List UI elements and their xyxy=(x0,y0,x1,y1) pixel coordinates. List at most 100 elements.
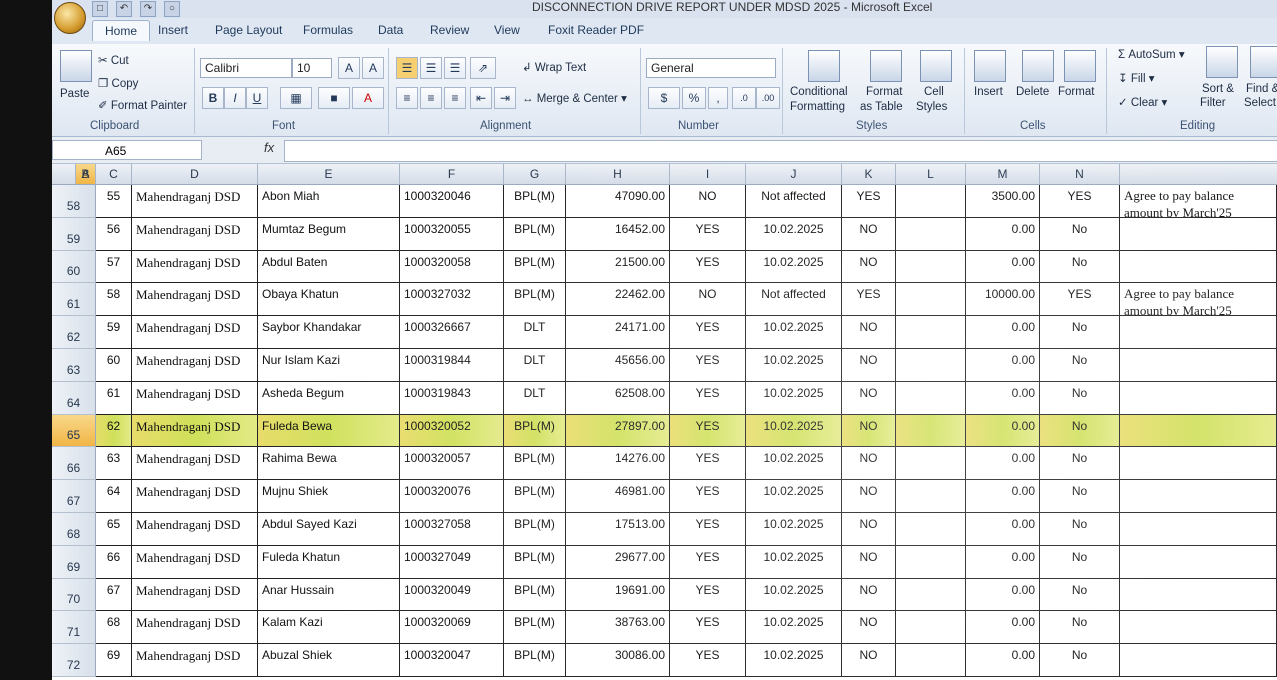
cell-j[interactable]: NO xyxy=(842,349,896,382)
decrease-indent-icon[interactable]: ⇤ xyxy=(470,87,492,109)
column-header-n[interactable]: N xyxy=(1040,164,1120,184)
cell-f[interactable]: BPL(M) xyxy=(504,185,566,218)
cell-g[interactable]: 29677.00 xyxy=(566,545,670,579)
copy-button[interactable]: ❐ Copy xyxy=(98,76,138,90)
cell-n[interactable] xyxy=(1120,611,1277,645)
cell-h[interactable]: YES xyxy=(670,578,746,612)
row-header[interactable]: 66 xyxy=(52,447,96,481)
cell-f[interactable]: BPL(M) xyxy=(504,611,566,645)
cell-n[interactable]: Agree to pay balance amount by March'25 xyxy=(1120,283,1277,317)
cell-b[interactable]: 61 xyxy=(96,381,132,415)
cell-g[interactable]: 38763.00 xyxy=(566,611,670,645)
cell-k[interactable] xyxy=(896,611,966,645)
cell-e[interactable]: 1000320049 xyxy=(400,578,504,612)
align-left-icon[interactable]: ≡ xyxy=(396,87,418,109)
cell-n[interactable] xyxy=(1120,578,1277,612)
office-button[interactable] xyxy=(54,2,86,34)
cell-k[interactable] xyxy=(896,217,966,251)
cell-f[interactable]: BPL(M) xyxy=(504,447,566,481)
cell-e[interactable]: 1000327049 xyxy=(400,545,504,579)
save-icon[interactable]: □ xyxy=(92,1,108,17)
cell-i[interactable]: Not affected xyxy=(746,185,842,218)
cell-f[interactable]: DLT xyxy=(504,316,566,349)
cell-h[interactable]: YES xyxy=(670,316,746,349)
formula-input[interactable] xyxy=(284,140,1277,162)
format-as-table-label[interactable]: Format xyxy=(866,86,902,98)
fill-button[interactable]: ↧ Fill ▾ xyxy=(1118,71,1155,85)
cell-e[interactable]: 1000326667 xyxy=(400,316,504,349)
cell-i[interactable]: 10.02.2025 xyxy=(746,480,842,513)
formatting-label[interactable]: Formatting xyxy=(790,101,845,113)
cell-i[interactable]: 10.02.2025 xyxy=(746,611,842,645)
cell-l[interactable]: 0.00 xyxy=(966,381,1040,415)
select-label[interactable]: Select xyxy=(1244,97,1276,109)
cell-i[interactable]: 10.02.2025 xyxy=(746,250,842,284)
cell-l[interactable]: 10000.00 xyxy=(966,283,1040,317)
cell-c[interactable]: Mahendraganj DSD xyxy=(132,250,258,284)
cell-i[interactable]: 10.02.2025 xyxy=(746,414,842,448)
cell-e[interactable]: 1000320055 xyxy=(400,217,504,251)
column-header-d[interactable]: D xyxy=(132,164,258,184)
cell-l[interactable]: 0.00 xyxy=(966,545,1040,579)
cell-d[interactable]: Mujnu Shiek xyxy=(258,480,400,513)
row-header[interactable]: 72 xyxy=(52,644,96,677)
cell-g[interactable]: 30086.00 xyxy=(566,644,670,677)
cell-d[interactable]: Asheda Begum xyxy=(258,381,400,415)
cell-m[interactable]: No xyxy=(1040,250,1120,284)
align-center-icon[interactable]: ≡ xyxy=(420,87,442,109)
delete-cells-icon[interactable] xyxy=(1022,50,1054,82)
cell-g[interactable]: 14276.00 xyxy=(566,447,670,481)
cell-f[interactable]: DLT xyxy=(504,381,566,415)
cell-m[interactable]: No xyxy=(1040,578,1120,612)
function-icon[interactable]: fx xyxy=(264,140,274,155)
cell-m[interactable]: No xyxy=(1040,316,1120,349)
format-cells-icon[interactable] xyxy=(1064,50,1096,82)
column-header-i[interactable]: I xyxy=(670,164,746,184)
cell-l[interactable]: 0.00 xyxy=(966,414,1040,448)
cell-k[interactable] xyxy=(896,381,966,415)
cell-e[interactable]: 1000320057 xyxy=(400,447,504,481)
cell-m[interactable]: YES xyxy=(1040,283,1120,317)
column-header-k[interactable]: K xyxy=(842,164,896,184)
sort-filter-icon[interactable] xyxy=(1206,46,1238,78)
cell-i[interactable]: 10.02.2025 xyxy=(746,447,842,481)
cell-e[interactable]: 1000320052 xyxy=(400,414,504,448)
cell-k[interactable] xyxy=(896,513,966,546)
tab-home[interactable]: Home xyxy=(92,20,151,41)
cell-i[interactable]: 10.02.2025 xyxy=(746,349,842,382)
cell-g[interactable]: 19691.00 xyxy=(566,578,670,612)
wrap-text-button[interactable]: ↲ Wrap Text xyxy=(522,60,586,74)
cell-j[interactable]: NO xyxy=(842,217,896,251)
row-header[interactable]: 60 xyxy=(52,250,96,284)
cell-m[interactable]: No xyxy=(1040,414,1120,448)
cell-k[interactable] xyxy=(896,250,966,284)
cell-e[interactable]: 1000327058 xyxy=(400,513,504,546)
column-header-b[interactable]: B xyxy=(76,164,96,184)
comma-style-icon[interactable]: , xyxy=(708,87,728,109)
bold-button[interactable]: B xyxy=(202,87,224,109)
cell-m[interactable]: No xyxy=(1040,447,1120,481)
cell-c[interactable]: Mahendraganj DSD xyxy=(132,185,258,218)
format-painter-button[interactable]: ✐ Format Painter xyxy=(98,98,187,112)
row-header[interactable]: 65 xyxy=(52,414,96,448)
cell-j[interactable]: NO xyxy=(842,480,896,513)
cell-i[interactable]: 10.02.2025 xyxy=(746,644,842,677)
cell-f[interactable]: BPL(M) xyxy=(504,480,566,513)
cell-c[interactable]: Mahendraganj DSD xyxy=(132,414,258,448)
cell-c[interactable]: Mahendraganj DSD xyxy=(132,349,258,382)
cell-j[interactable]: NO xyxy=(842,611,896,645)
cell-h[interactable]: YES xyxy=(670,414,746,448)
cell-k[interactable] xyxy=(896,644,966,677)
cell-b[interactable]: 66 xyxy=(96,545,132,579)
cell-b[interactable]: 58 xyxy=(96,283,132,317)
row-header[interactable]: 70 xyxy=(52,578,96,612)
cell-d[interactable]: Obaya Khatun xyxy=(258,283,400,317)
cell-d[interactable]: Kalam Kazi xyxy=(258,611,400,645)
cell-f[interactable]: BPL(M) xyxy=(504,250,566,284)
cell-f[interactable]: DLT xyxy=(504,349,566,382)
cell-h[interactable]: YES xyxy=(670,545,746,579)
cell-j[interactable]: NO xyxy=(842,447,896,481)
align-right-icon[interactable]: ≡ xyxy=(444,87,466,109)
cell-h[interactable]: NO xyxy=(670,185,746,218)
insert-cells-icon[interactable] xyxy=(974,50,1006,82)
